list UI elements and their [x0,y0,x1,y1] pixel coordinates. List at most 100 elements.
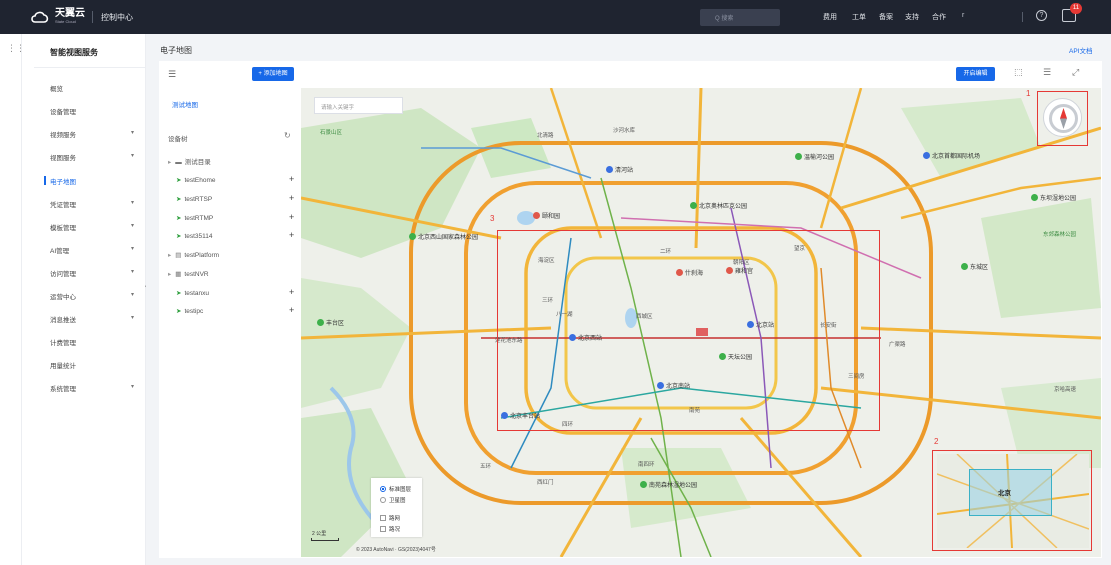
sidebar-item[interactable]: 系统管理 ▾ [50,383,140,393]
poi-babaoshan[interactable]: 丰台区 [317,318,344,327]
add-to-map-icon[interactable]: + [289,287,294,297]
sidebar-item-label: 概览 [50,86,63,93]
camera-icon: ➤ [176,215,182,222]
chevron-right-icon[interactable]: ▸ [168,271,171,278]
poi-dongba[interactable]: 东坝湿地公园 [1031,193,1076,202]
nav-tickets[interactable]: 工单 [852,12,866,22]
tree-node[interactable]: ➤ test35114 [176,232,213,240]
sidebar-item-label: 计费管理 [50,340,76,347]
sidebar-item-label: 消息推送 [50,317,76,324]
left-rail [0,34,22,565]
sidebar-item-label: 视频服务 [50,132,76,139]
map-copyright: © 2023 AutoNavi · GS(2023)4047号 [356,547,436,553]
tree-node[interactable]: ▸ ▦ testNVR [168,270,209,278]
poi-qinghe[interactable]: 清河站 [606,165,633,174]
park-icon [690,202,697,209]
tree-node[interactable]: ➤ testipc [176,307,203,315]
divider [34,67,146,68]
user-menu[interactable]: r [962,12,964,19]
compass-control[interactable] [1043,98,1082,137]
sidebar-item[interactable]: 电子地图 [50,176,140,186]
layer-satellite-radio[interactable]: 卫星图 [380,496,406,504]
layer-standard-radio[interactable]: 标准图层 [380,485,411,493]
camera-icon: ➤ [176,308,182,315]
add-to-map-icon[interactable]: + [289,230,294,240]
add-to-map-icon[interactable]: + [289,174,294,184]
add-to-map-icon[interactable]: + [289,212,294,222]
landmark-icon [533,212,540,219]
divider [92,11,93,23]
layers-icon[interactable]: ☰ [1043,67,1051,78]
poi-wetland[interactable]: 温榆河公园 [795,152,834,161]
list-toggle-icon[interactable]: ☰ [168,69,176,80]
sidebar-item-label: 电子地图 [50,179,76,186]
open-edit-button[interactable]: 开启编辑 [956,67,995,81]
service-title: 智能视图服务 [50,48,98,57]
tree-node[interactable]: ➤ testRTMP [176,214,213,222]
map-label: 南四环 [638,462,655,468]
sidebar-item[interactable]: 运营中心 ▾ [50,291,140,301]
add-to-map-icon[interactable]: + [289,305,294,315]
poi-xishan[interactable]: 北京西山国家森林公园 [409,232,478,241]
sidebar-item[interactable]: 计费管理 [50,337,140,347]
annotation-box-3 [497,230,880,431]
tree-node[interactable]: ▸ ▬ 测试目录 [168,156,211,166]
console-link[interactable]: 控制中心 [101,12,133,23]
map-label: 石景山区 [320,130,343,136]
chevron-down-icon: ▾ [130,292,134,298]
checkbox-icon [380,526,386,532]
sidebar-item[interactable]: 设备管理 [50,106,140,116]
sidebar-item[interactable]: 消息推送 ▾ [50,314,140,324]
chevron-right-icon[interactable]: ▸ [168,159,171,166]
sidebar-item[interactable]: 概览 [50,83,140,93]
logo[interactable]: 天翼云 State Cloud [30,9,85,24]
poi-nanhaizi[interactable]: 南苑森林湿地公园 [640,480,697,489]
sidebar-item[interactable]: 视图服务 ▾ [50,152,140,162]
map-tab[interactable]: 测试地图 [172,99,198,109]
poi-changying[interactable]: 东城区 [961,262,988,271]
chevron-down-icon: ▾ [130,384,134,390]
poi-olympic[interactable]: 北京奥林匹克公园 [690,201,747,210]
sidebar-item[interactable]: 用量统计 [50,360,140,370]
sidebar-item-label: 系统管理 [50,386,76,393]
roadnet-checkbox[interactable]: 路网 [380,514,400,522]
sidebar-item-label: 视图服务 [50,155,76,162]
park-icon [409,233,416,240]
annotation-number-3: 3 [490,214,495,223]
map-label: 东郊森林公园 [1043,232,1077,238]
chevron-down-icon: ▾ [130,246,134,252]
station-icon [606,166,613,173]
select-tool-icon[interactable]: ⬚ [1014,67,1023,78]
global-search-input[interactable]: Q 搜索 [700,9,780,26]
tree-node[interactable]: ➤ testRTSP [176,195,212,203]
poi-airport[interactable]: 北京首都国际机场 [923,151,980,160]
park-icon [1031,194,1038,201]
nav-support[interactable]: 支持 [905,12,919,22]
map-search-input[interactable]: 请输入关键字 [314,97,403,114]
radio-icon [380,486,386,492]
traffic-checkbox[interactable]: 路况 [380,525,400,533]
add-map-button[interactable]: + 添加地图 [252,67,294,81]
sidebar-item[interactable]: AI管理 ▾ [50,245,140,255]
logo-cn: 天翼云 [55,8,85,19]
tree-node[interactable]: ▸ ▤ testPlatform [168,251,219,259]
api-doc-link[interactable]: API文档 [1069,45,1092,55]
airport-icon [923,152,930,159]
nav-fees[interactable]: 费用 [823,12,837,22]
device-group-icon: ▦ [175,271,182,278]
tree-node[interactable]: ➤ testanxu [176,289,209,297]
nav-filing[interactable]: 备案 [879,12,893,22]
help-icon[interactable]: ? [1036,10,1047,21]
sidebar-item[interactable]: 视频服务 ▾ [50,129,140,139]
camera-icon: ➤ [176,196,182,203]
add-to-map-icon[interactable]: + [289,193,294,203]
sidebar-item[interactable]: 访问管理 ▾ [50,268,140,278]
poi-summer-palace[interactable]: 颐和园 [533,211,560,220]
refresh-icon[interactable]: ↻ [284,131,291,140]
nav-partner[interactable]: 合作 [932,12,946,22]
tree-node[interactable]: ➤ testEhome [176,176,216,184]
chevron-right-icon[interactable]: ▸ [168,252,171,259]
sidebar-item[interactable]: 模板管理 ▾ [50,222,140,232]
fullscreen-icon[interactable]: ⤢ [1072,67,1079,78]
sidebar-item[interactable]: 凭证管理 ▾ [50,199,140,209]
